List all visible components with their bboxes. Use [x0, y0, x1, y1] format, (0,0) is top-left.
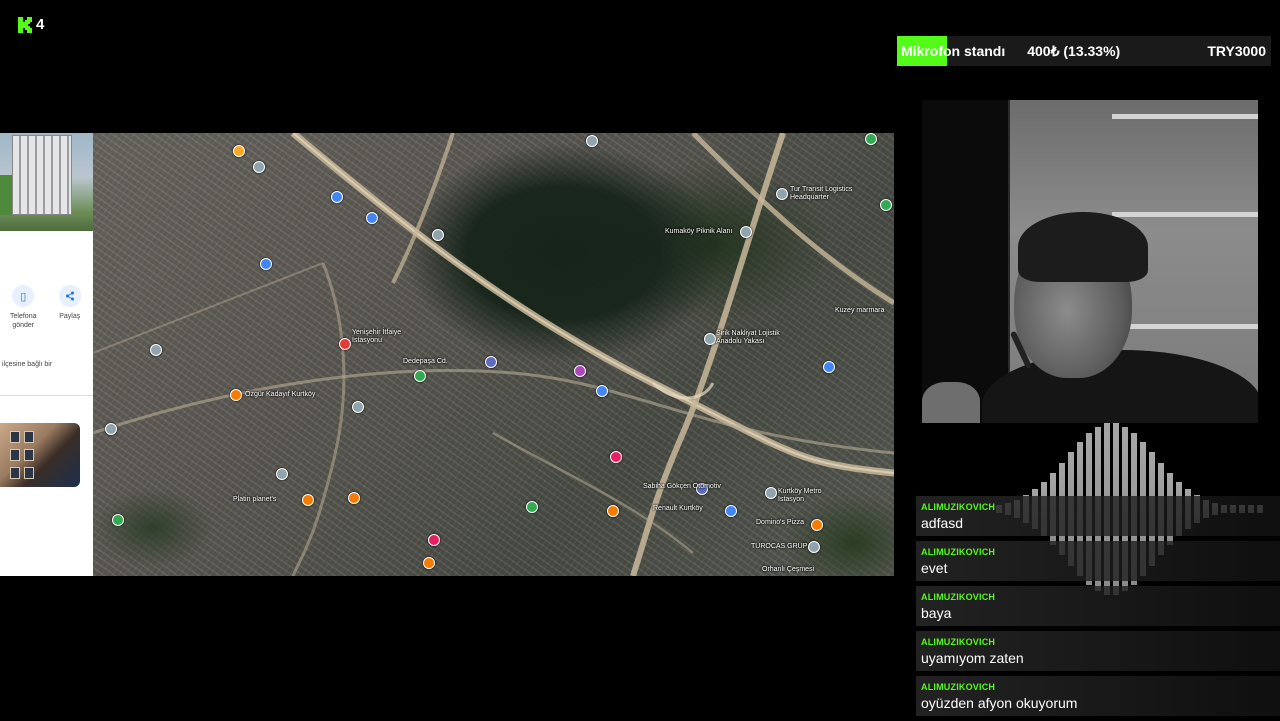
map-label: Sabiha Gökçen Otomotiv	[643, 483, 721, 490]
map-label: TUROCAS GRUP	[751, 543, 808, 550]
map-label: Kuzey marmara	[835, 307, 885, 314]
map-pin[interactable]	[352, 401, 364, 413]
chat-username: ALIMUZIKOVICH	[921, 547, 996, 557]
map-pin[interactable]	[725, 505, 737, 517]
chat-text: adfasd	[921, 515, 964, 531]
map-pin[interactable]	[596, 385, 608, 397]
map-pin[interactable]	[574, 365, 586, 377]
map-pin[interactable]	[233, 145, 245, 157]
map-pin[interactable]	[150, 344, 162, 356]
chat-message: ALIMUZIKOVICH adfasd	[916, 496, 1280, 536]
webcam-feed	[922, 100, 1258, 423]
share-button[interactable]: Paylaş	[50, 285, 90, 330]
donation-goal-bar: Mikrofon standı 400₺ (13.33%) TRY3000	[897, 36, 1271, 66]
place-thumbnail[interactable]	[0, 423, 80, 487]
map-pin[interactable]	[414, 370, 426, 382]
map-pin[interactable]	[423, 557, 435, 569]
kick-logo: 4	[18, 16, 44, 33]
map-label: Kurtköy Metro İstasyon	[778, 488, 822, 503]
share-label: Paylaş	[59, 313, 81, 320]
map-label: Sirik Nakliyat Lojistik Anadolu Yakası	[716, 330, 780, 345]
chat-text: oyüzden afyon okuyorum	[921, 695, 1078, 711]
map-label: Özgür Kadayıf Kurtköy	[245, 391, 316, 398]
kick-logo-icon	[18, 16, 32, 33]
map-pin[interactable]	[230, 389, 242, 401]
map-pin[interactable]	[348, 492, 360, 504]
map-pin[interactable]	[432, 229, 444, 241]
map-label: Domino's Pizza	[756, 519, 805, 526]
panel-divider	[0, 395, 93, 396]
chat-text: baya	[921, 605, 952, 621]
chat-text: evet	[921, 560, 948, 576]
map-label: Yenişehir İtfaiye İstasyonu	[352, 329, 402, 344]
map-pin[interactable]	[823, 361, 835, 373]
phone-icon: ▯	[12, 285, 35, 307]
send-to-phone-label: Telefona gönder	[10, 313, 37, 329]
map-pin[interactable]	[105, 423, 117, 435]
map-label: Platin planet's	[233, 496, 277, 503]
chat-username: ALIMUZIKOVICH	[921, 592, 996, 602]
chat-username: ALIMUZIKOVICH	[921, 682, 996, 692]
map-pin[interactable]	[586, 135, 598, 147]
map-pin[interactable]	[808, 541, 820, 553]
satellite-map[interactable]: Kumaköy Piknik Alanı Tur Transit Logisti…	[93, 133, 894, 576]
chat-username: ALIMUZIKOVICH	[921, 637, 996, 647]
send-to-phone-button[interactable]: ▯ Telefona gönder	[3, 285, 43, 330]
chat-message: ALIMUZIKOVICH oyüzden afyon okuyorum	[916, 676, 1280, 716]
map-label: Renault Kurtköy	[653, 505, 703, 512]
map-pin[interactable]	[366, 212, 378, 224]
map-pin[interactable]	[865, 133, 877, 145]
goal-item-name: Mikrofon standı	[901, 43, 1006, 59]
map-pin[interactable]	[302, 494, 314, 506]
map-roads	[93, 133, 894, 576]
map-pin[interactable]	[610, 451, 622, 463]
chat-username: ALIMUZIKOVICH	[921, 502, 996, 512]
map-pin[interactable]	[811, 519, 823, 531]
map-pin[interactable]	[112, 514, 124, 526]
map-pin[interactable]	[428, 534, 440, 546]
map-pin[interactable]	[260, 258, 272, 270]
map-label: Orhanlı Çeşmesi	[762, 566, 815, 573]
map-pin[interactable]	[331, 191, 343, 203]
map-pin[interactable]	[485, 356, 497, 368]
map-pin[interactable]	[740, 226, 752, 238]
map-pin[interactable]	[339, 338, 351, 350]
map-label: Kumaköy Piknik Alanı	[665, 228, 733, 235]
chat-message: ALIMUZIKOVICH uyamıyom zaten	[916, 631, 1280, 671]
map-pin[interactable]	[607, 505, 619, 517]
shared-screen: ▯ Telefona gönder Paylaş ilçesine bağlı …	[0, 133, 894, 576]
goal-target-amount: TRY3000	[1207, 43, 1266, 59]
chat-text: uyamıyom zaten	[921, 650, 1024, 666]
map-pin[interactable]	[253, 161, 265, 173]
chat-message: ALIMUZIKOVICH baya	[916, 586, 1280, 626]
share-icon	[58, 285, 81, 307]
place-photo[interactable]	[0, 133, 93, 231]
map-pin[interactable]	[776, 188, 788, 200]
logo-number: 4	[36, 16, 45, 33]
place-description: ilçesine bağlı bir	[2, 361, 53, 368]
maps-side-panel: ▯ Telefona gönder Paylaş ilçesine bağlı …	[0, 133, 93, 576]
chat-message: ALIMUZIKOVICH evet	[916, 541, 1280, 581]
map-pin[interactable]	[276, 468, 288, 480]
map-pin[interactable]	[526, 501, 538, 513]
place-actions: ▯ Telefona gönder Paylaş	[0, 285, 93, 330]
goal-raised-amount: 400₺ (13.33%)	[1027, 42, 1121, 59]
map-label: Tur Transit Logistics Headquarter	[790, 186, 853, 201]
map-pin[interactable]	[765, 487, 777, 499]
map-pin[interactable]	[704, 333, 716, 345]
map-pin[interactable]	[880, 199, 892, 211]
map-label: Dedepaşa Cd.	[403, 358, 448, 365]
chat-overlay: ALIMUZIKOVICH adfasd ALIMUZIKOVICH evet …	[916, 496, 1280, 721]
